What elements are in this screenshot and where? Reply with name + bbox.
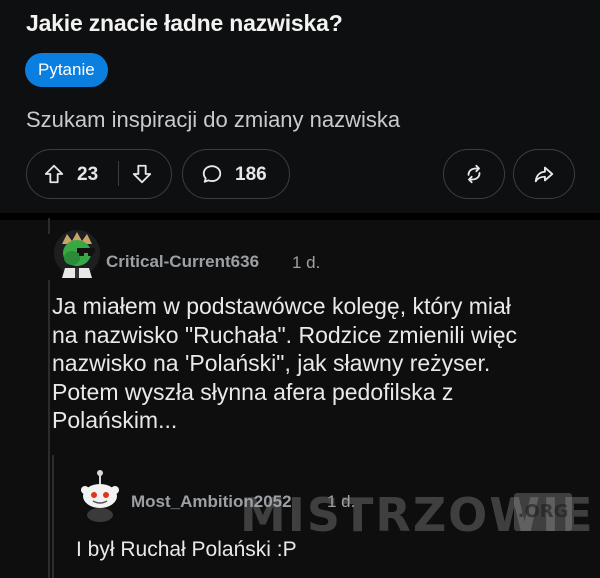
comment-age: 1 d. xyxy=(292,253,321,272)
upvote-icon[interactable] xyxy=(43,163,65,185)
share-icon xyxy=(534,166,554,183)
thread-line xyxy=(52,455,54,578)
comment-count: 186 xyxy=(235,164,267,185)
comments-button[interactable]: 186 xyxy=(182,149,290,199)
crosspost-button[interactable] xyxy=(443,149,505,199)
vote-divider xyxy=(118,161,119,186)
post-body: Szukam inspiracji do zmiany nazwiska xyxy=(26,107,401,132)
comment-icon xyxy=(202,165,222,183)
section-divider xyxy=(0,213,600,220)
comment-line: Potem wyszła słynna afera pedofilska z xyxy=(52,378,454,405)
upvote-count: 23 xyxy=(77,164,99,185)
downvote-icon[interactable] xyxy=(131,163,153,185)
post-title[interactable]: Jakie znacie ładne nazwiska? xyxy=(26,10,343,37)
avatar[interactable] xyxy=(52,228,100,278)
post-card: Jakie znacie ładne nazwiska? Pytanie Szu… xyxy=(0,0,600,213)
comment-text: Ja miałem w podstawówce kolegę, który mi… xyxy=(52,292,582,435)
post-flair[interactable]: Pytanie xyxy=(25,53,108,87)
vote-bar: 23 xyxy=(26,149,172,199)
comment-author[interactable]: Critical-Current636 xyxy=(106,252,259,272)
comment-line: nazwisko na 'Polański", jak sławny reżys… xyxy=(52,350,491,376)
comment-line: Polańskim... xyxy=(52,407,178,433)
thread-line xyxy=(48,218,50,234)
comment-line: na nazwisko "Ruchała". Rodzice zmienili … xyxy=(52,321,518,348)
watermark-badge: .ORG xyxy=(514,493,572,531)
thread-line xyxy=(48,280,50,578)
crosspost-icon xyxy=(467,164,481,184)
share-button[interactable] xyxy=(513,149,575,199)
avatar[interactable] xyxy=(78,468,122,522)
comment-line: Ja miałem w podstawówce kolegę, który mi… xyxy=(52,293,511,319)
